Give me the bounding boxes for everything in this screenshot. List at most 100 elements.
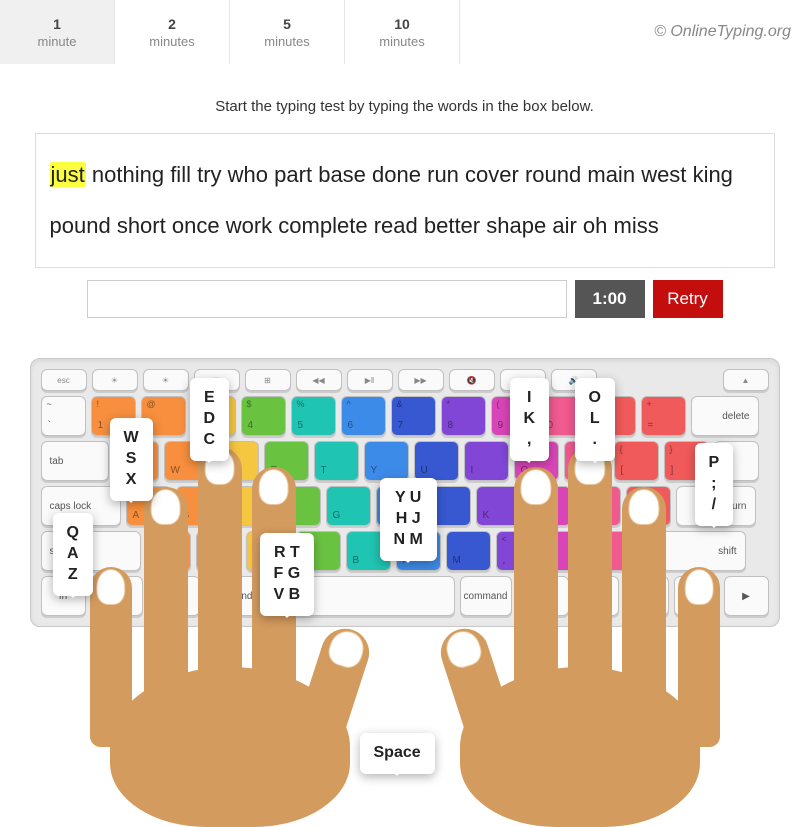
- key-delete[interactable]: delete: [691, 396, 759, 436]
- bubble-right-middle: IK,: [510, 378, 550, 460]
- bubble-right-pinky: P;/: [695, 443, 734, 525]
- instruction-text: Start the typing test by typing the word…: [0, 98, 809, 115]
- key-[interactable]: {[: [614, 441, 659, 481]
- word: shape: [486, 213, 546, 238]
- key-[interactable]: ~`: [41, 396, 86, 436]
- key-shift[interactable]: shift: [646, 531, 746, 571]
- word: short: [117, 213, 166, 238]
- word: part: [274, 162, 312, 187]
- words-box: just nothing fill try who part base done…: [35, 133, 775, 268]
- key-[interactable]: ⊞: [245, 369, 291, 391]
- word: just: [50, 162, 86, 187]
- key-command[interactable]: command: [460, 576, 512, 616]
- key-[interactable]: ◀◀: [296, 369, 342, 391]
- word: miss: [614, 213, 659, 238]
- word: nothing: [92, 162, 164, 187]
- key-[interactable]: ☀: [143, 369, 189, 391]
- tab-5min[interactable]: 5 minutes: [230, 0, 345, 64]
- word: king: [693, 162, 733, 187]
- key-[interactable]: <,: [496, 531, 541, 571]
- key-8[interactable]: *8: [441, 396, 486, 436]
- tab-num: 1: [53, 16, 61, 32]
- key-[interactable]: ▲: [624, 576, 669, 616]
- key-t[interactable]: T: [314, 441, 359, 481]
- bubble-right-ring: OL.: [575, 378, 615, 460]
- word: main: [587, 162, 635, 187]
- word: oh: [583, 213, 607, 238]
- key-command[interactable]: command: [205, 576, 257, 616]
- word: read: [374, 213, 418, 238]
- key-[interactable]: ☀: [92, 369, 138, 391]
- tab-unit: minutes: [149, 34, 195, 49]
- key-control[interactable]: control: [91, 576, 143, 616]
- tab-num: 2: [168, 16, 176, 32]
- key-[interactable]: +=: [641, 396, 686, 436]
- key-4[interactable]: $4: [241, 396, 286, 436]
- bubble-left-pinky: QAZ: [53, 513, 93, 595]
- tab-num: 10: [394, 16, 410, 32]
- key-l[interactable]: L: [526, 486, 571, 526]
- key-m[interactable]: M: [446, 531, 491, 571]
- key-option[interactable]: option: [148, 576, 200, 616]
- key-[interactable]: ?/: [596, 531, 641, 571]
- word: done: [372, 162, 421, 187]
- key-7[interactable]: &7: [391, 396, 436, 436]
- key-r[interactable]: R: [264, 441, 309, 481]
- key-[interactable]: ▼: [674, 576, 719, 616]
- key-[interactable]: ▲: [723, 369, 769, 391]
- key-5[interactable]: %5: [291, 396, 336, 436]
- controls-row: 1:00 Retry: [35, 280, 775, 318]
- key-k[interactable]: K: [476, 486, 521, 526]
- key-6[interactable]: ^6: [341, 396, 386, 436]
- key-[interactable]: "': [626, 486, 671, 526]
- word: fill: [170, 162, 191, 187]
- tab-unit: minute: [37, 34, 76, 49]
- key-[interactable]: >.: [546, 531, 591, 571]
- key-[interactable]: 🔇: [449, 369, 495, 391]
- tab-num: 5: [283, 16, 291, 32]
- word: base: [318, 162, 366, 187]
- word: once: [172, 213, 220, 238]
- keyboard-area: esc☀☀⊞⊞◀◀▶‖▶▶🔇🔉🔊▲ ~`!1@2#3$4%5^6&7*8(9)0…: [30, 358, 780, 627]
- timer-display: 1:00: [575, 280, 645, 318]
- typing-input[interactable]: [87, 280, 567, 318]
- key-[interactable]: ◀: [574, 576, 619, 616]
- key-u[interactable]: U: [414, 441, 459, 481]
- key-z[interactable]: Z: [146, 531, 191, 571]
- word: better: [424, 213, 480, 238]
- word: round: [525, 162, 581, 187]
- word: complete: [278, 213, 367, 238]
- key-s[interactable]: S: [176, 486, 221, 526]
- key-[interactable]: ▶‖: [347, 369, 393, 391]
- key-[interactable]: :;: [576, 486, 621, 526]
- key-i[interactable]: I: [464, 441, 509, 481]
- key-[interactable]: ▶▶: [398, 369, 444, 391]
- duration-tabs: 1 minute 2 minutes 5 minutes 10 minutes …: [0, 0, 809, 64]
- word: air: [552, 213, 576, 238]
- word: cover: [465, 162, 519, 187]
- key-tab[interactable]: tab: [41, 441, 109, 481]
- key-[interactable]: ▶: [724, 576, 769, 616]
- key-x[interactable]: X: [196, 531, 241, 571]
- word: west: [641, 162, 686, 187]
- bubble-space: Space: [360, 733, 435, 774]
- retry-button[interactable]: Retry: [653, 280, 723, 318]
- key-y[interactable]: Y: [364, 441, 409, 481]
- key-option[interactable]: option: [517, 576, 569, 616]
- tab-10min[interactable]: 10 minutes: [345, 0, 460, 64]
- tab-2min[interactable]: 2 minutes: [115, 0, 230, 64]
- key-d[interactable]: D: [226, 486, 271, 526]
- bubble-left-ring: WSX: [110, 418, 153, 500]
- bubble-left-middle: EDC: [190, 378, 230, 460]
- word: who: [228, 162, 268, 187]
- bubble-right-index: Y UH JN M: [380, 478, 437, 560]
- word: work: [226, 213, 272, 238]
- bubble-left-index: R TF GV B: [260, 533, 315, 615]
- key-f[interactable]: F: [276, 486, 321, 526]
- tab-unit: minutes: [264, 34, 310, 49]
- tab-1min[interactable]: 1 minute: [0, 0, 115, 64]
- word: try: [197, 162, 221, 187]
- key-esc[interactable]: esc: [41, 369, 87, 391]
- brand-label: © OnlineTyping.org: [654, 23, 809, 41]
- key-g[interactable]: G: [326, 486, 371, 526]
